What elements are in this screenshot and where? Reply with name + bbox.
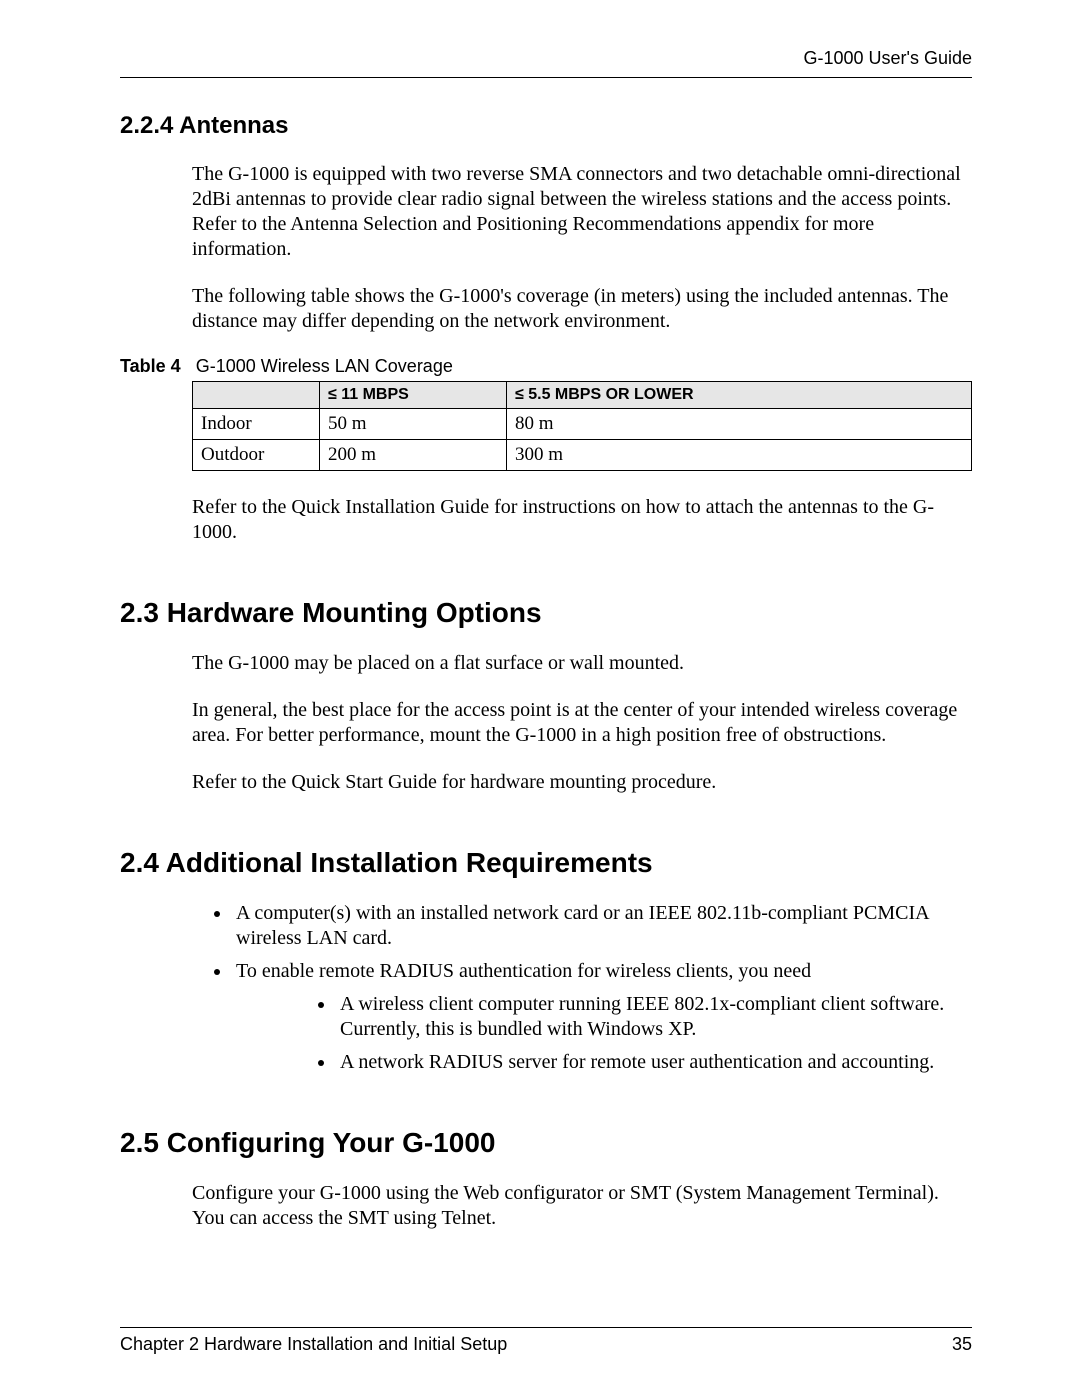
para: Configure your G-1000 using the Web conf… <box>192 1181 972 1231</box>
cell: Indoor <box>193 409 320 440</box>
list-text: A wireless client computer running IEEE … <box>340 993 944 1040</box>
heading-2-3: 2.3 Hardware Mounting Options <box>120 597 972 629</box>
heading-2-4: 2.4 Additional Installation Requirements <box>120 847 972 879</box>
footer-page-number: 35 <box>952 1334 972 1355</box>
footer-chapter: Chapter 2 Hardware Installation and Init… <box>120 1334 507 1355</box>
th-11mbps: ≤ 11 MBPS <box>320 382 507 409</box>
section-2-2-4-tail: Refer to the Quick Installation Guide fo… <box>192 495 972 545</box>
section-2-3-body: The G-1000 may be placed on a flat surfa… <box>192 651 972 795</box>
th-5-5mbps: ≤ 5.5 MBPS OR LOWER <box>507 382 972 409</box>
list-text: A network RADIUS server for remote user … <box>340 1051 934 1073</box>
para: The G-1000 may be placed on a flat surfa… <box>192 651 972 676</box>
para: Refer to the Quick Start Guide for hardw… <box>192 770 972 795</box>
cell: 200 m <box>320 440 507 471</box>
page: G-1000 User's Guide 2.2.4 Antennas The G… <box>0 0 1080 1397</box>
list-item: To enable remote RADIUS authentication f… <box>232 959 972 1075</box>
th-blank <box>193 382 320 409</box>
cell: Outdoor <box>193 440 320 471</box>
table-header-row: ≤ 11 MBPS ≤ 5.5 MBPS OR LOWER <box>193 382 972 409</box>
heading-2-2-4: 2.2.4 Antennas <box>120 112 972 140</box>
footer-rule <box>120 1327 972 1328</box>
table-row: Indoor 50 m 80 m <box>193 409 972 440</box>
section-2-2-4-body: The G-1000 is equipped with two reverse … <box>192 162 972 334</box>
list-item: A network RADIUS server for remote user … <box>336 1050 972 1075</box>
list-text: To enable remote RADIUS authentication f… <box>236 960 811 982</box>
requirements-sublist: A wireless client computer running IEEE … <box>316 992 972 1075</box>
table-row: Outdoor 200 m 300 m <box>193 440 972 471</box>
table-label: Table 4 <box>120 356 181 376</box>
table-title <box>186 356 196 376</box>
para: Refer to the Quick Installation Guide fo… <box>192 495 972 545</box>
para: In general, the best place for the acces… <box>192 698 972 748</box>
para: The G-1000 is equipped with two reverse … <box>192 162 972 262</box>
list-item: A wireless client computer running IEEE … <box>336 992 972 1042</box>
list-text: A computer(s) with an installed network … <box>236 902 928 949</box>
cell: 300 m <box>507 440 972 471</box>
requirements-list: A computer(s) with an installed network … <box>212 901 972 1075</box>
section-2-5-body: Configure your G-1000 using the Web conf… <box>192 1181 972 1231</box>
table-4: ≤ 11 MBPS ≤ 5.5 MBPS OR LOWER Indoor 50 … <box>192 381 972 471</box>
cell: 50 m <box>320 409 507 440</box>
running-header: G-1000 User's Guide <box>120 48 972 69</box>
table-4-caption: Table 4 G-1000 Wireless LAN Coverage <box>120 356 972 377</box>
para: The following table shows the G-1000's c… <box>192 284 972 334</box>
heading-2-5: 2.5 Configuring Your G-1000 <box>120 1127 972 1159</box>
cell: 80 m <box>507 409 972 440</box>
table-title-text: G-1000 Wireless LAN Coverage <box>196 356 453 376</box>
list-item: A computer(s) with an installed network … <box>232 901 972 951</box>
header-rule <box>120 77 972 78</box>
page-footer: Chapter 2 Hardware Installation and Init… <box>120 1327 972 1355</box>
